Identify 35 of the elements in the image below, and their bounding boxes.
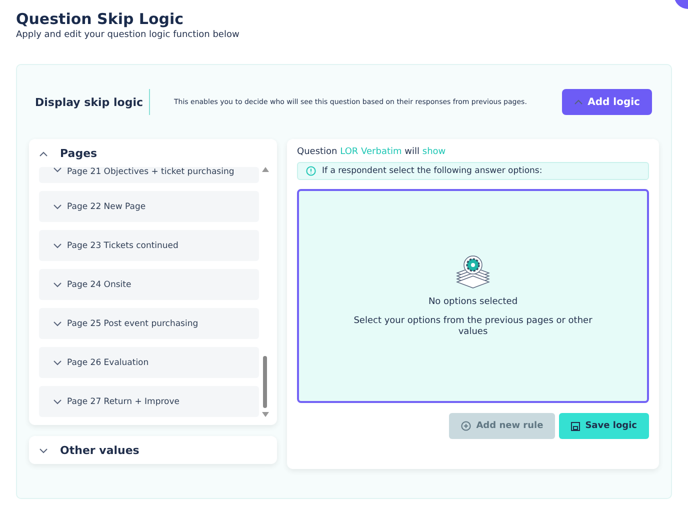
add-logic-button[interactable]: Add logic <box>562 89 652 115</box>
chevron-icon <box>39 448 48 454</box>
save-icon <box>571 422 580 430</box>
page-item[interactable]: Page 21 Objectives + ticket purchasing <box>39 167 259 183</box>
page-item[interactable]: Page 22 New Page <box>39 191 259 222</box>
page-title: Question Skip Logic <box>16 10 185 28</box>
section-title[interactable]: Other values <box>60 444 140 456</box>
chevron-icon <box>53 242 62 248</box>
page-item[interactable]: Page 27 Return + Improve <box>39 386 259 417</box>
info-icon <box>306 166 316 176</box>
page-item[interactable]: Page 24 Onsite <box>39 269 259 300</box>
scroll-down-icon[interactable] <box>262 412 268 417</box>
chevron-icon <box>53 167 62 173</box>
plus-circle-icon <box>461 421 472 431</box>
rule-sentence: Question LOR Verbatim will show <box>297 147 447 157</box>
gear-stack-icon <box>455 254 491 289</box>
chevron-icon <box>53 282 62 288</box>
empty-title: No options selected <box>428 296 518 307</box>
page-subtitle: Apply and edit your question logic function below <box>16 30 240 40</box>
chevron-icon <box>53 360 62 366</box>
empty-description: Select your options from the previous pages or other values <box>353 316 593 338</box>
chevron-icon <box>53 320 62 326</box>
chevron-icon <box>39 150 48 156</box>
save-logic-button[interactable]: Save logic <box>559 413 649 439</box>
info-text: If a respondent select the following answer options: <box>322 166 542 176</box>
scroll-up-icon[interactable] <box>262 167 268 172</box>
chevron-icon <box>53 398 62 404</box>
page-item[interactable]: Page 23 Tickets continued <box>39 230 259 261</box>
skip-logic-label: Display skip logic <box>35 96 144 108</box>
section-title[interactable]: Pages <box>60 146 98 160</box>
chevron-icon <box>53 204 62 210</box>
page-item[interactable]: Page 25 Post event purchasing <box>39 308 259 339</box>
caret-icon <box>574 99 583 105</box>
avatar-icon[interactable] <box>674 0 688 9</box>
page-item[interactable]: Page 26 Evaluation <box>39 347 259 378</box>
